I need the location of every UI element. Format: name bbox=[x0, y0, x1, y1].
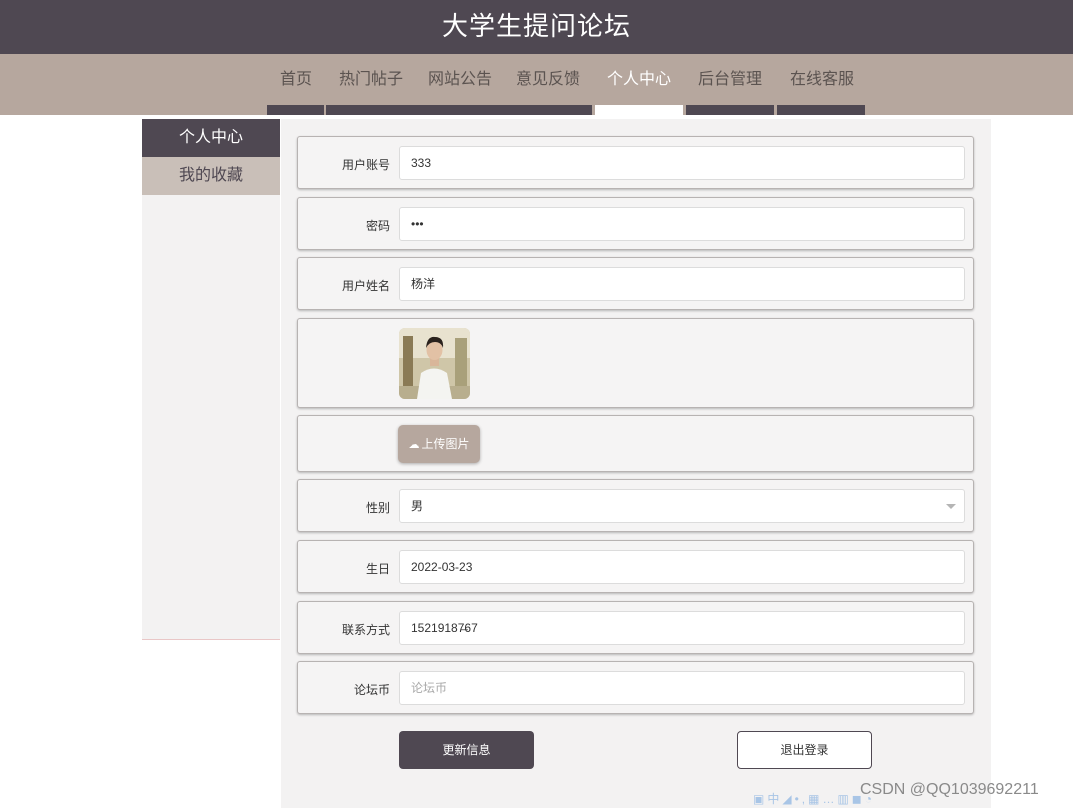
sidebar-item-personal-center[interactable]: 个人中心 bbox=[142, 119, 280, 157]
ime-toolbar-icon: ▣中◢•,▦…▥◼◔ bbox=[753, 792, 875, 806]
nav-underline bbox=[267, 105, 324, 115]
form-row-name: 用户姓名 杨洋 bbox=[297, 257, 974, 310]
name-label: 用户姓名 bbox=[341, 279, 390, 293]
form-row-contact: 联系方式 15219187̶67 bbox=[297, 601, 974, 654]
birthday-label: 生日 bbox=[365, 562, 390, 576]
coins-label: 论坛币 bbox=[353, 683, 390, 697]
avatar bbox=[399, 328, 470, 399]
nav-underline bbox=[326, 105, 592, 115]
update-info-button[interactable]: 更新信息 bbox=[399, 731, 534, 769]
form-row-gender: 性别 男 bbox=[297, 479, 974, 532]
site-title: 大学生提问论坛 bbox=[0, 0, 1073, 54]
password-field[interactable]: ••• bbox=[399, 207, 965, 241]
nav-announcements[interactable]: 网站公告 bbox=[428, 68, 492, 92]
watermark: CSDN @QQ1039692211 bbox=[860, 781, 1039, 798]
nav-online-service[interactable]: 在线客服 bbox=[790, 68, 854, 92]
form-row-upload: ☁ 上传图片 bbox=[297, 415, 974, 472]
nav-underline-active bbox=[595, 105, 683, 115]
nav-feedback[interactable]: 意见反馈 bbox=[516, 68, 580, 92]
contact-field[interactable]: 15219187̶67 bbox=[399, 611, 965, 645]
form-row-coins: 论坛币 论坛币 bbox=[297, 661, 974, 714]
sidebar-item-favorites[interactable]: 我的收藏 bbox=[142, 157, 280, 195]
nav-personal-center[interactable]: 个人中心 bbox=[607, 68, 671, 92]
name-field[interactable]: 杨洋 bbox=[399, 267, 965, 301]
cloud-upload-icon: ☁ bbox=[408, 439, 420, 451]
nav-admin[interactable]: 后台管理 bbox=[698, 68, 762, 92]
birthday-field[interactable]: 2022-03-23 bbox=[399, 550, 965, 584]
account-label: 用户账号 bbox=[341, 158, 390, 172]
password-label: 密码 bbox=[365, 219, 390, 233]
form-row-password: 密码 ••• bbox=[297, 197, 974, 250]
nav-home[interactable]: 首页 bbox=[280, 68, 312, 92]
coins-field[interactable]: 论坛币 bbox=[399, 671, 965, 705]
form-row-birthday: 生日 2022-03-23 bbox=[297, 540, 974, 593]
sidebar: 个人中心 我的收藏 bbox=[142, 119, 280, 640]
gender-label: 性别 bbox=[365, 501, 390, 515]
account-field[interactable]: 333 bbox=[399, 146, 965, 180]
form-row-avatar bbox=[297, 318, 974, 408]
chevron-down-icon bbox=[946, 504, 956, 509]
gender-select[interactable]: 男 bbox=[399, 489, 965, 523]
nav-hot-posts[interactable]: 热门帖子 bbox=[339, 68, 403, 92]
upload-image-button[interactable]: ☁ 上传图片 bbox=[398, 425, 480, 463]
profile-form: 用户账号 333 密码 ••• 用户姓名 杨洋 ☁ 上传图片 性别 男 生日 2… bbox=[281, 119, 991, 808]
user-photo bbox=[399, 328, 470, 399]
upload-label: 上传图片 bbox=[421, 437, 470, 451]
logout-button[interactable]: 退出登录 bbox=[737, 731, 872, 769]
nav-underline bbox=[777, 105, 865, 115]
gender-value: 男 bbox=[411, 499, 424, 513]
main-nav: 首页 热门帖子 网站公告 意见反馈 个人中心 后台管理 在线客服 bbox=[0, 54, 1073, 115]
contact-label: 联系方式 bbox=[341, 623, 390, 637]
nav-underline bbox=[686, 105, 774, 115]
form-row-account: 用户账号 333 bbox=[297, 136, 974, 189]
